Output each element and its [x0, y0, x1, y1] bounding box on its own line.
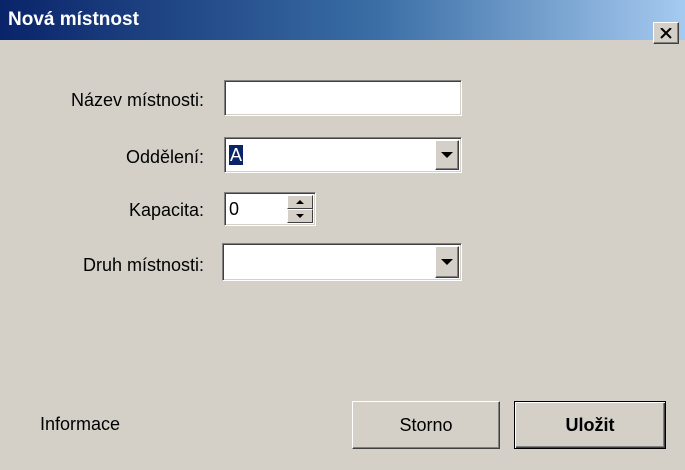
spin-up-icon — [296, 200, 304, 204]
save-button[interactable]: Uložit — [514, 401, 666, 449]
department-label: Oddělení: — [125, 147, 204, 167]
capacity-decrement-button[interactable] — [287, 209, 313, 223]
department-value: A — [229, 145, 244, 165]
window-title: Nová místnost — [8, 9, 139, 30]
close-button[interactable] — [653, 22, 679, 44]
spin-down-icon — [296, 214, 304, 218]
room-type-select[interactable] — [222, 243, 462, 281]
chevron-down-icon — [441, 152, 453, 158]
capacity-value: 0 — [229, 199, 240, 219]
capacity-increment-button[interactable] — [287, 195, 313, 209]
cancel-button[interactable]: Storno — [352, 401, 500, 449]
chevron-down-icon — [441, 259, 453, 265]
room-type-dropdown-button[interactable] — [435, 246, 459, 278]
capacity-stepper[interactable]: 0 — [224, 192, 316, 226]
close-icon — [660, 27, 672, 39]
room-name-label: Název místnosti: — [70, 90, 204, 110]
room-name-input[interactable] — [224, 80, 462, 116]
room-type-label: Druh místnosti: — [82, 255, 204, 275]
dialog-window: Nová místnost Název místnosti: Oddělení:… — [0, 0, 685, 470]
department-dropdown-button[interactable] — [435, 140, 459, 170]
title-bar[interactable]: Nová místnost — [0, 0, 685, 44]
info-text: Informace — [40, 414, 121, 434]
capacity-label: Kapacita: — [128, 200, 204, 220]
department-select[interactable]: A — [224, 137, 462, 173]
